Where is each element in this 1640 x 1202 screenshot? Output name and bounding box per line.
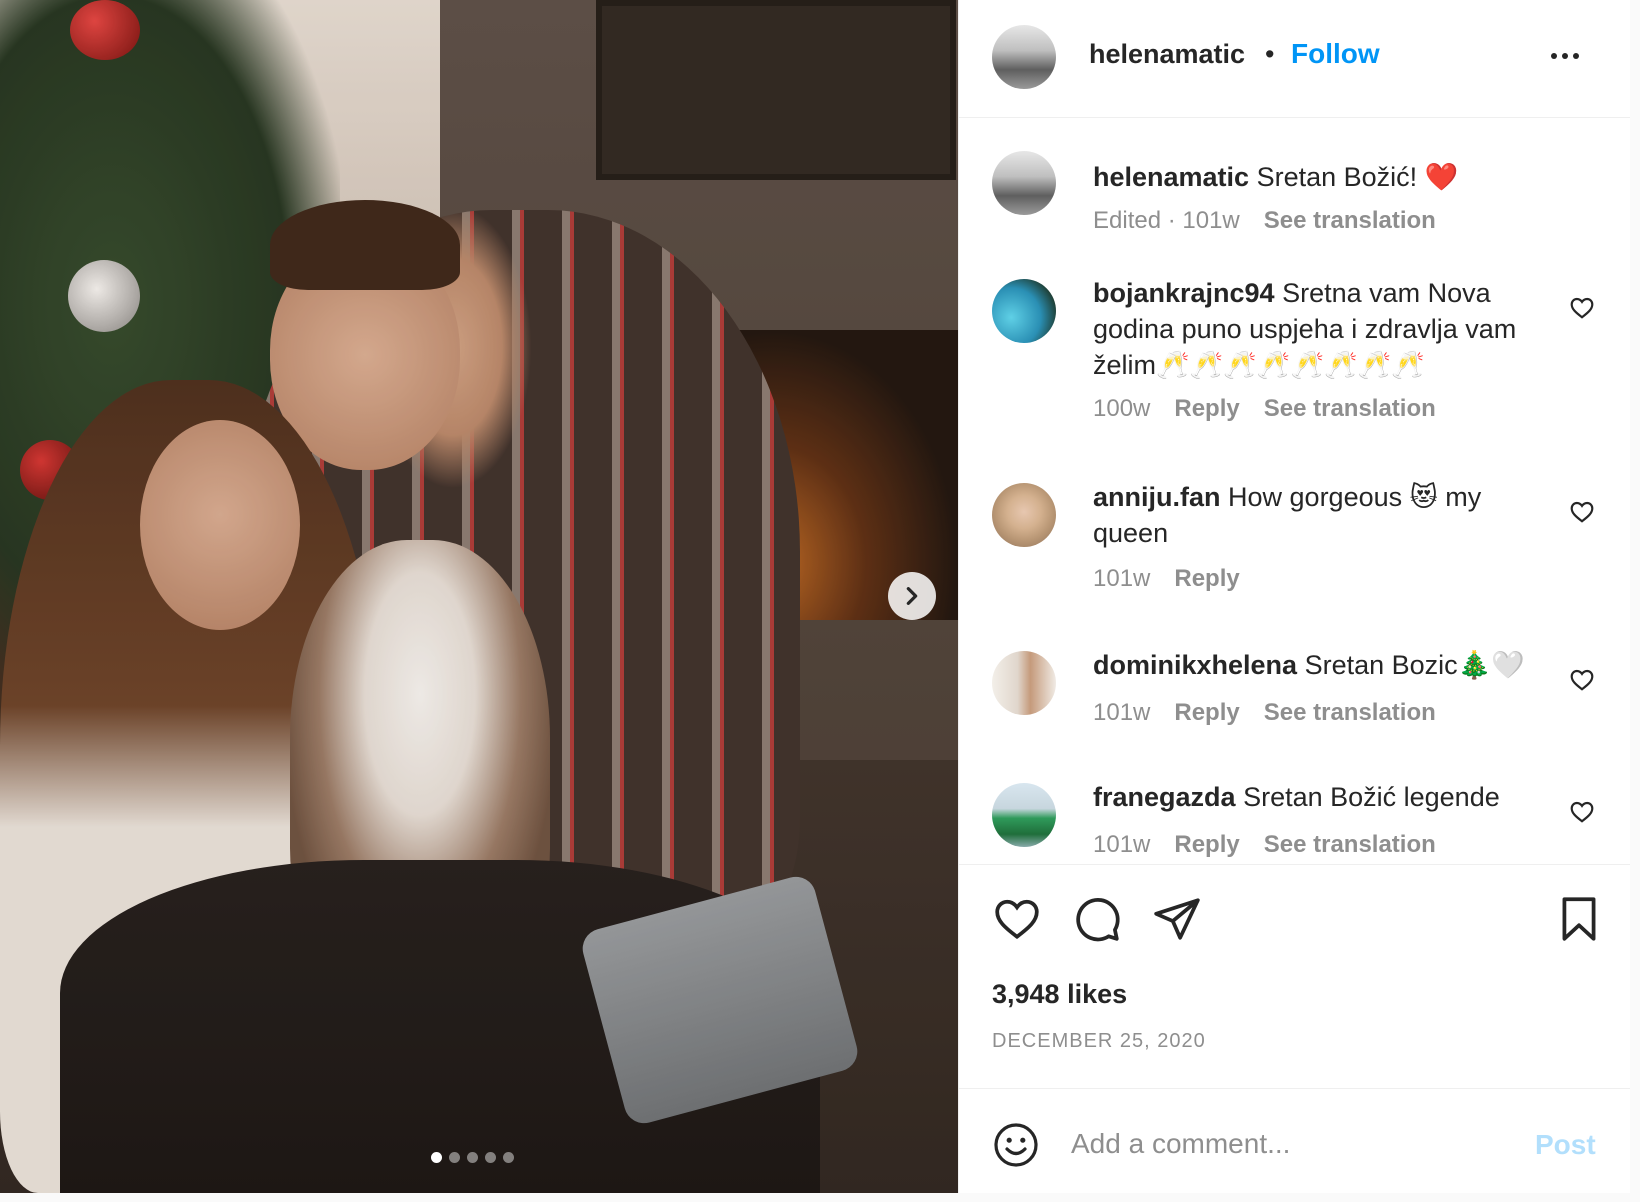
comment-meta: 101w Reply See translation (1093, 699, 1436, 727)
comment-username[interactable]: dominikxhelena (1093, 650, 1297, 680)
comment-like-heart-icon[interactable] (1569, 667, 1595, 693)
more-options-button[interactable] (1545, 38, 1585, 74)
page-edge-bottom (0, 1193, 1640, 1202)
post-date[interactable]: DECEMBER 25, 2020 (992, 1030, 1206, 1053)
photo-tint (0, 0, 958, 1193)
carousel-dot (503, 1152, 514, 1163)
carousel-dot (449, 1152, 460, 1163)
post-header: helenamatic • Follow (959, 0, 1631, 118)
commenter-avatar[interactable] (992, 279, 1056, 343)
caption-avatar[interactable] (992, 151, 1056, 215)
reply-button[interactable]: Reply (1174, 565, 1239, 593)
comment-meta: 101w Reply See translation (1093, 831, 1436, 859)
paper-plane-icon[interactable] (1152, 894, 1202, 944)
caption-body: helenamatic Sretan Božić! ❤️ (1093, 159, 1563, 195)
see-translation-button[interactable]: See translation (1264, 395, 1436, 423)
caption-username[interactable]: helenamatic (1093, 162, 1249, 192)
post-comment-button[interactable]: Post (1535, 1129, 1596, 1161)
reply-button[interactable]: Reply (1174, 831, 1239, 859)
page-edge-right (1630, 0, 1640, 1202)
carousel-dot (467, 1152, 478, 1163)
post-actions: 3,948 likes DECEMBER 25, 2020 (959, 866, 1631, 1086)
comment-username[interactable]: anniju.fan (1093, 482, 1221, 512)
add-comment-input[interactable] (1071, 1119, 1491, 1169)
follow-button[interactable]: Follow (1291, 38, 1380, 70)
ellipsis-icon (1573, 53, 1579, 59)
comment-meta: 100w Reply See translation (1093, 395, 1436, 423)
add-comment-bar: Post (959, 1088, 1631, 1193)
reply-button[interactable]: Reply (1174, 699, 1239, 727)
comment-like-heart-icon[interactable] (1569, 499, 1595, 525)
next-photo-button[interactable] (888, 572, 936, 620)
post-photo (0, 0, 958, 1193)
comment-body: bojankrajnc94 Sretna vam Nova godina pun… (1093, 275, 1563, 383)
header-bullet: • (1265, 39, 1275, 69)
author-avatar[interactable] (992, 25, 1056, 89)
comment-username[interactable]: bojankrajnc94 (1093, 278, 1275, 308)
carousel-dot (485, 1152, 496, 1163)
carousel-dots (431, 1152, 514, 1163)
comment-time: 101w (1093, 831, 1151, 858)
see-translation-button[interactable]: See translation (1264, 699, 1436, 727)
commenter-avatar[interactable] (992, 651, 1056, 715)
caption-edited: Edited · 101w (1093, 207, 1240, 234)
commenter-avatar[interactable] (992, 483, 1056, 547)
carousel-dot (431, 1152, 442, 1163)
comment-text: Sretan Bozic🎄🤍 (1304, 650, 1525, 680)
comment-username[interactable]: franegazda (1093, 782, 1236, 812)
bookmark-icon[interactable] (1554, 894, 1604, 944)
ellipsis-icon (1551, 53, 1557, 59)
comment-text: Sretan Božić legende (1243, 782, 1500, 812)
comment-time: 100w (1093, 395, 1151, 422)
comment-meta: 101w Reply (1093, 565, 1240, 593)
see-translation-button[interactable]: See translation (1264, 831, 1436, 859)
likes-count[interactable]: 3,948 likes (992, 979, 1127, 1010)
comment-time: 101w (1093, 699, 1151, 726)
comment-body: dominikxhelena Sretan Bozic🎄🤍 (1093, 647, 1563, 683)
comment-body: franegazda Sretan Božić legende (1093, 779, 1563, 815)
heart-icon[interactable] (992, 894, 1042, 944)
comment-body: anniju.fan How gorgeous 😻 my queen (1093, 479, 1563, 551)
ellipsis-icon (1562, 53, 1568, 59)
caption-meta: Edited · 101w See translation (1093, 207, 1436, 235)
author-username[interactable]: helenamatic (1089, 39, 1245, 70)
comment-like-heart-icon[interactable] (1569, 295, 1595, 321)
comment-bubble-icon[interactable] (1072, 894, 1122, 944)
caption-text: Sretan Božić! ❤️ (1256, 162, 1459, 192)
comment-like-heart-icon[interactable] (1569, 799, 1595, 825)
comments-list[interactable]: helenamatic Sretan Božić! ❤️ Edited · 10… (959, 119, 1631, 865)
caption-see-translation[interactable]: See translation (1264, 207, 1436, 235)
comment-time: 101w (1093, 565, 1151, 592)
reply-button[interactable]: Reply (1174, 395, 1239, 423)
post-side-panel: helenamatic • Follow helenamatic Sretan … (958, 0, 1631, 1193)
smiley-icon[interactable] (992, 1121, 1040, 1169)
commenter-avatar[interactable] (992, 783, 1056, 847)
chevron-right-icon (906, 587, 918, 605)
